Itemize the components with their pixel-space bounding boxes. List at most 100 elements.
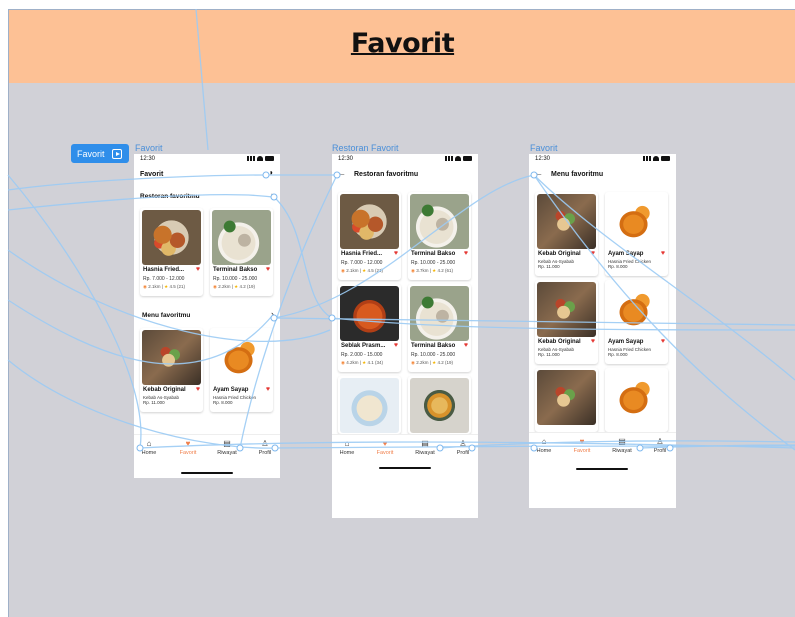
menu-card[interactable]: Ayam Sayap ♥ Hasnia Fried Chicken Rp. 8.… bbox=[605, 280, 668, 364]
card-name: Seblak Prasm... bbox=[341, 343, 386, 349]
heart-icon[interactable]: ♥ bbox=[591, 250, 595, 257]
menu-card[interactable]: Ayam Sayap ♥ Hasnia Fried Chicken Rp. 8.… bbox=[605, 192, 668, 276]
card-name: Hasnia Fried... bbox=[143, 267, 185, 273]
card-price: Rp. 10.000 - 25.000 bbox=[213, 276, 258, 282]
restaurant-card[interactable]: Hasnia Fried... ♥ Rp. 7.000 - 12.000 ◉ 2… bbox=[338, 192, 401, 280]
heart-icon[interactable]: ♥ bbox=[266, 266, 270, 273]
restaurant-card[interactable]: Seblak Prasm... ♥ Rp. 2.000 - 15.000 ◉ 4… bbox=[338, 284, 401, 372]
nav-home[interactable]: ⌂ Home bbox=[134, 439, 164, 456]
location-icon: ◉ bbox=[411, 360, 415, 365]
nav-riwayat[interactable]: ▤ Riwayat bbox=[212, 439, 242, 456]
battery-icon bbox=[463, 156, 472, 161]
status-bar: 12:30 bbox=[134, 154, 280, 164]
phone-frame-restoran[interactable]: 12:30 ← Restoran favoritmu Hasnia Fried.… bbox=[332, 154, 478, 518]
bottom-nav: ⌂ Home ♥ Favorit ▤ Riwayat ♙ Profil bbox=[529, 432, 676, 460]
signal-icon bbox=[643, 156, 651, 161]
location-icon: ◉ bbox=[143, 284, 147, 289]
nav-home[interactable]: ⌂ Home bbox=[332, 439, 362, 456]
user-icon: ♙ bbox=[459, 439, 467, 448]
card-meta: ◉ 2.2km | ★ 4.2 (19) bbox=[213, 284, 255, 289]
food-image bbox=[410, 378, 469, 433]
restaurant-card[interactable]: Hasnia Fried... ♥ Rp. 7.000 - 12.000 ◉ 2… bbox=[140, 208, 203, 296]
heart-icon[interactable]: ♥ bbox=[661, 338, 665, 345]
nav-favorit[interactable]: ♥ Favorit bbox=[567, 437, 597, 454]
card-meta: ◉ 2.1km | ★ 4.5 (21) bbox=[143, 284, 185, 289]
heart-icon[interactable]: ♥ bbox=[394, 342, 398, 349]
receipt-icon: ▤ bbox=[618, 437, 626, 446]
receipt-icon: ▤ bbox=[421, 439, 429, 448]
food-image bbox=[607, 282, 666, 337]
card-price: Rp. 2.000 - 15.000 bbox=[341, 352, 383, 358]
home-icon: ⌂ bbox=[541, 437, 547, 446]
food-image bbox=[340, 194, 399, 249]
nav-profil[interactable]: ♙ Profil bbox=[448, 439, 478, 456]
restaurant-card[interactable]: Terminal Bakso ♥ Rp. 10.000 - 25.000 ◉ 3… bbox=[408, 192, 471, 280]
prototype-start-badge[interactable]: Favorit bbox=[71, 144, 129, 163]
nav-profil[interactable]: ♙ Profil bbox=[645, 437, 675, 454]
heart-icon[interactable]: ♥ bbox=[464, 342, 468, 349]
menu-card[interactable] bbox=[605, 368, 668, 432]
back-arrow-icon[interactable]: ← bbox=[337, 168, 346, 178]
heart-icon[interactable]: ♥ bbox=[661, 250, 665, 257]
home-icon: ⌂ bbox=[146, 439, 152, 448]
phone-frame-menu[interactable]: 12:30 ← Menu favoritmu Kebab Original ♥ … bbox=[529, 154, 676, 508]
heart-icon[interactable]: ♥ bbox=[196, 386, 200, 393]
wifi-icon bbox=[257, 156, 263, 161]
frame-label-restoran[interactable]: Restoran Favorit bbox=[332, 143, 399, 153]
section-title-restaurants: Restoran favoritmu bbox=[140, 193, 200, 200]
heart-icon[interactable]: ♥ bbox=[464, 250, 468, 257]
restaurant-card[interactable]: Terminal Bakso ♥ Rp. 10.000 - 25.000 ◉ 2… bbox=[408, 284, 471, 372]
menu-card[interactable]: Kebab Original ♥ Kebab As-Syabab Rp. 11.… bbox=[535, 280, 598, 364]
phone-frame-favorit[interactable]: 12:30 Favorit ◑ Restoran favoritmu › Has… bbox=[134, 154, 280, 478]
restaurant-card[interactable] bbox=[408, 376, 471, 434]
card-name: Hasnia Fried... bbox=[341, 251, 383, 257]
heart-icon[interactable]: ♥ bbox=[266, 386, 270, 393]
location-icon: ◉ bbox=[341, 268, 345, 273]
receipt-icon: ▤ bbox=[223, 439, 231, 448]
food-image bbox=[212, 330, 271, 385]
card-price: Rp. 10.000 - 25.000 bbox=[411, 260, 456, 266]
star-icon: ★ bbox=[362, 268, 367, 273]
badge-label: Favorit bbox=[77, 148, 105, 159]
restaurant-card[interactable] bbox=[338, 376, 401, 434]
toggle-icon[interactable]: ◑ bbox=[268, 168, 273, 177]
heart-icon[interactable]: ♥ bbox=[591, 338, 595, 345]
card-price: Rp. 11.000 bbox=[538, 352, 560, 357]
status-time: 12:30 bbox=[535, 156, 551, 162]
chevron-right-icon[interactable]: › bbox=[271, 309, 274, 319]
star-icon: ★ bbox=[234, 284, 239, 289]
banner-title: Favorit bbox=[350, 28, 455, 59]
page-title: Favorit bbox=[140, 171, 164, 178]
card-price: Rp. 8.000 bbox=[213, 400, 233, 405]
nav-favorit[interactable]: ♥ Favorit bbox=[173, 439, 203, 456]
heart-icon[interactable]: ♥ bbox=[196, 266, 200, 273]
chevron-right-icon[interactable]: › bbox=[271, 190, 274, 200]
frame-label-favorit[interactable]: Favorit bbox=[135, 143, 163, 153]
battery-icon bbox=[265, 156, 274, 161]
play-icon bbox=[111, 148, 122, 159]
status-bar: 12:30 bbox=[332, 154, 478, 164]
restaurant-card[interactable]: Terminal Bakso ♥ Rp. 10.000 - 25.000 ◉ 2… bbox=[210, 208, 273, 296]
location-icon: ◉ bbox=[341, 360, 345, 365]
menu-card[interactable]: Ayam Sayap ♥ Hasnia Fried Chicken Rp. 8.… bbox=[210, 328, 273, 412]
menu-card[interactable] bbox=[535, 368, 598, 432]
battery-icon bbox=[661, 156, 670, 161]
user-icon: ♙ bbox=[656, 437, 664, 446]
menu-card[interactable]: Kebab Original ♥ Kebab As-Syabab Rp. 11.… bbox=[140, 328, 203, 412]
nav-riwayat[interactable]: ▤ Riwayat bbox=[607, 437, 637, 454]
frame-label-menu[interactable]: Favorit bbox=[530, 143, 558, 153]
star-icon: ★ bbox=[362, 360, 367, 365]
home-indicator bbox=[379, 467, 431, 469]
food-image bbox=[537, 282, 596, 337]
back-arrow-icon[interactable]: ← bbox=[534, 168, 543, 178]
heart-icon[interactable]: ♥ bbox=[394, 250, 398, 257]
nav-riwayat[interactable]: ▤ Riwayat bbox=[410, 439, 440, 456]
menu-card[interactable]: Kebab Original ♥ Kebab As-Syabab Rp. 11.… bbox=[535, 192, 598, 276]
nav-home[interactable]: ⌂ Home bbox=[529, 437, 559, 454]
nav-profil[interactable]: ♙ Profil bbox=[250, 439, 280, 456]
heart-icon: ♥ bbox=[185, 439, 191, 448]
star-icon: ★ bbox=[164, 284, 169, 289]
food-image bbox=[410, 194, 469, 249]
wifi-icon bbox=[653, 156, 659, 161]
nav-favorit[interactable]: ♥ Favorit bbox=[370, 439, 400, 456]
